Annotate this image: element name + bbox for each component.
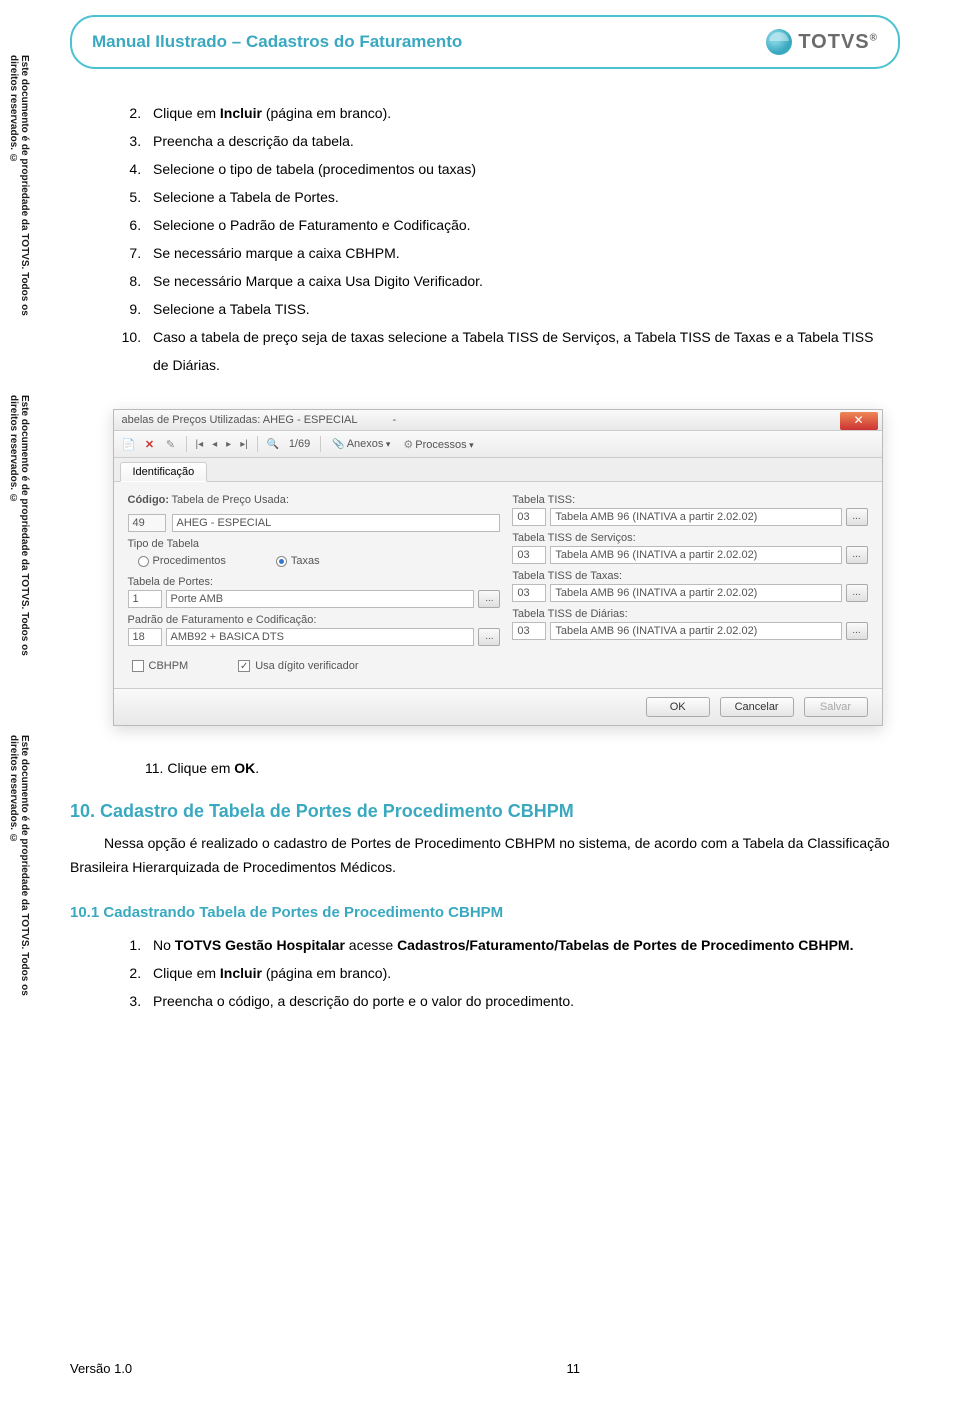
cbhpm-checkbox[interactable]: CBHPM <box>132 660 189 672</box>
processos-dropdown[interactable]: Processos <box>398 436 478 453</box>
form-body: Código: Tabela de Preço Usada: 49 AHEG -… <box>114 482 882 688</box>
tipo-tabela-label: Tipo de Tabela <box>128 538 501 550</box>
logo-circle-icon <box>766 29 792 55</box>
close-button[interactable]: ✕ <box>840 412 878 430</box>
list-item: Se necessário marque a caixa CBHPM. <box>145 239 890 267</box>
radio-taxas[interactable]: Taxas <box>276 555 320 567</box>
portes-label: Tabela de Portes: <box>128 576 501 588</box>
tabela-preco-field[interactable]: AHEG - ESPECIAL <box>172 514 501 532</box>
list-item: No TOTVS Gestão Hospitalar acesse Cadast… <box>145 931 890 959</box>
section-10-1-heading: 10.1 Cadastrando Tabela de Portes de Pro… <box>70 904 890 921</box>
portes-code-field[interactable]: 1 <box>128 590 162 608</box>
window-button-bar: OK Cancelar Salvar <box>114 688 882 725</box>
list-item: Caso a tabela de preço seja de taxas sel… <box>145 323 890 379</box>
delete-record-button[interactable] <box>141 435 159 453</box>
padrao-lookup-button[interactable]: ... <box>478 628 500 646</box>
window-toolbar: |◂ ◂ ▸ ▸| 1/69 Anexos Processos <box>114 431 882 458</box>
list-item: Selecione o tipo de tabela (procedimento… <box>145 155 890 183</box>
new-record-button[interactable] <box>120 435 138 453</box>
steps-list-top: Clique em Incluir (página em branco).Pre… <box>105 99 890 379</box>
taxas-code-field[interactable]: 03 <box>512 584 546 602</box>
window-title: abelas de Preços Utilizadas: AHEG - ESPE… <box>122 414 358 426</box>
codigo-field: 49 <box>128 514 166 532</box>
list-item: Preencha o código, a descrição do porte … <box>145 987 890 1015</box>
side-copyright-1: Este documento é de propriedade da TOTVS… <box>8 55 30 335</box>
list-item: Se necessário Marque a caixa Usa Digito … <box>145 267 890 295</box>
side-copyright-3: Este documento é de propriedade da TOTVS… <box>8 735 30 1015</box>
cancel-button[interactable]: Cancelar <box>720 697 794 717</box>
tab-identificacao[interactable]: Identificação <box>120 462 208 482</box>
window-titlebar: abelas de Preços Utilizadas: AHEG - ESPE… <box>114 410 882 431</box>
serv-label: Tabela TISS de Serviços: <box>512 532 867 544</box>
nav-last-icon[interactable]: ▸| <box>237 439 251 450</box>
logo-text: TOTVS® <box>798 31 878 54</box>
list-item: Clique em Incluir (página em branco). <box>145 99 890 127</box>
tiss-lookup-button[interactable]: ... <box>846 508 868 526</box>
side-copyright-2: Este documento é de propriedade da TOTVS… <box>8 395 30 675</box>
save-button: Salvar <box>804 697 868 717</box>
page-header: Manual Ilustrado – Cadastros do Faturame… <box>70 15 900 69</box>
screenshot-window: abelas de Preços Utilizadas: AHEG - ESPE… <box>113 409 883 726</box>
version-text: Versão 1.0 <box>70 1361 132 1376</box>
tiss-code-field[interactable]: 03 <box>512 508 546 526</box>
step-11: 11. Clique em OK. <box>145 756 890 781</box>
page-counter: 1/69 <box>285 438 314 450</box>
portes-desc-field[interactable]: Porte AMB <box>166 590 475 608</box>
header-title: Manual Ilustrado – Cadastros do Faturame… <box>92 32 462 52</box>
padrao-desc-field[interactable]: AMB92 + BASICA DTS <box>166 628 475 646</box>
padrao-label: Padrão de Faturamento e Codificação: <box>128 614 501 626</box>
section-10-para: Nessa opção é realizado o cadastro de Po… <box>70 832 890 880</box>
serv-code-field[interactable]: 03 <box>512 546 546 564</box>
diarias-lookup-button[interactable]: ... <box>846 622 868 640</box>
list-item: Clique em Incluir (página em branco). <box>145 959 890 987</box>
tiss-label: Tabela TISS: <box>512 494 867 506</box>
codigo-label: Código: <box>128 494 166 506</box>
nav-next-icon[interactable]: ▸ <box>223 439 234 450</box>
portes-lookup-button[interactable]: ... <box>478 590 500 608</box>
list-item: Preencha a descrição da tabela. <box>145 127 890 155</box>
diarias-label: Tabela TISS de Diárias: <box>512 608 867 620</box>
totvs-logo: TOTVS® <box>766 29 878 55</box>
diarias-code-field[interactable]: 03 <box>512 622 546 640</box>
nav-first-icon[interactable]: |◂ <box>193 439 207 450</box>
diarias-desc-field[interactable]: Tabela AMB 96 (INATIVA a partir 2.02.02) <box>550 622 841 640</box>
taxas-desc-field[interactable]: Tabela AMB 96 (INATIVA a partir 2.02.02) <box>550 584 841 602</box>
page-footer: Versão 1.0 11 <box>70 1361 900 1376</box>
serv-desc-field[interactable]: Tabela AMB 96 (INATIVA a partir 2.02.02) <box>550 546 841 564</box>
edit-record-button[interactable] <box>162 435 180 453</box>
digito-checkbox[interactable]: ✓Usa dígito verificador <box>238 660 358 672</box>
nav-prev-icon[interactable]: ◂ <box>209 439 220 450</box>
list-item: Selecione a Tabela TISS. <box>145 295 890 323</box>
tabela-preco-label: Tabela de Preço Usada: <box>172 494 501 506</box>
padrao-code-field[interactable]: 18 <box>128 628 162 646</box>
taxas-lookup-button[interactable]: ... <box>846 584 868 602</box>
page-number: 11 <box>567 1361 581 1376</box>
search-icon[interactable] <box>264 435 282 453</box>
taxas-label: Tabela TISS de Taxas: <box>512 570 867 582</box>
steps-list-bottom: No TOTVS Gestão Hospitalar acesse Cadast… <box>105 931 890 1015</box>
anexos-dropdown[interactable]: Anexos <box>327 436 395 452</box>
section-10-heading: 10. Cadastro de Tabela de Portes de Proc… <box>70 801 890 822</box>
radio-procedimentos[interactable]: Procedimentos <box>138 555 226 567</box>
tab-row: Identificação <box>114 458 882 482</box>
list-item: Selecione a Tabela de Portes. <box>145 183 890 211</box>
ok-button[interactable]: OK <box>646 697 710 717</box>
tiss-desc-field[interactable]: Tabela AMB 96 (INATIVA a partir 2.02.02) <box>550 508 841 526</box>
list-item: Selecione o Padrão de Faturamento e Codi… <box>145 211 890 239</box>
serv-lookup-button[interactable]: ... <box>846 546 868 564</box>
